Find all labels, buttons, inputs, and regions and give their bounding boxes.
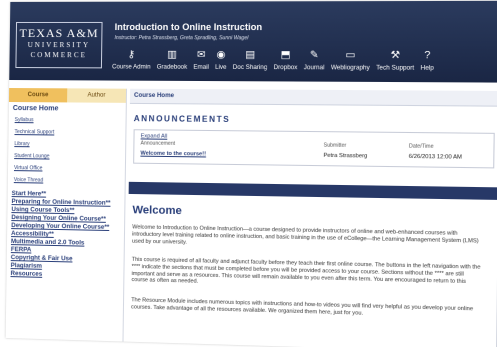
course-title: Introduction to Online Instruction — [114, 21, 263, 33]
announcements-table: Expand All Announcement Submitter Date/T… — [133, 129, 495, 169]
logo-line1: TEXAS A&M — [19, 25, 99, 41]
sidebar-item-course-home[interactable]: Course Home — [9, 102, 126, 115]
sidebar-tabs: Course Author — [8, 87, 127, 103]
toolbar: ⚷ Course Admin ▥ Gradebook ✉ Email ◉ Live ▤ D… — [112, 48, 441, 78]
page: TEXAS A&M UNIVERSITY COMMERCE Introducti… — [0, 0, 497, 347]
table-row[interactable]: Welcome to the course!! — [140, 151, 206, 158]
tool-dropbox[interactable]: ⬒ Dropbox — [273, 49, 297, 78]
wrench-icon: ⚒ — [390, 49, 401, 62]
tool-help[interactable]: ? Help — [420, 49, 434, 78]
doc-sharing-icon: ▤ — [245, 49, 256, 61]
row-submitter: Petra Strassberg — [323, 152, 368, 160]
expand-all-link[interactable]: Expand All — [141, 133, 168, 139]
journal-icon: ✎ — [309, 49, 319, 62]
tool-email[interactable]: ✉ Email — [193, 48, 209, 77]
tab-course[interactable]: Course — [8, 87, 68, 103]
announcements-title: ANNOUNCEMENTS — [133, 114, 231, 125]
breadcrumb: Course Home — [129, 88, 497, 107]
book-icon: ▥ — [167, 49, 178, 61]
tool-tech-support[interactable]: ⚒ Tech Support — [376, 49, 414, 78]
tool-course-admin[interactable]: ⚷ Course Admin — [112, 48, 151, 76]
welcome-paragraph-3: The Resource Module includes numerous to… — [131, 297, 474, 317]
live-icon: ◉ — [216, 49, 226, 61]
tool-live[interactable]: ◉ Live — [215, 48, 227, 77]
tool-label: Doc Sharing — [232, 64, 268, 72]
sidebar-item-voice-thread[interactable]: Voice Thread — [8, 174, 125, 188]
tool-doc-sharing[interactable]: ▤ Doc Sharing — [233, 48, 268, 77]
email-icon: ✉ — [196, 49, 206, 61]
tool-label: Email — [193, 64, 209, 71]
header: TEXAS A&M UNIVERSITY COMMERCE Introducti… — [9, 0, 497, 83]
tool-label: Live — [215, 64, 227, 71]
tool-label: Help — [420, 65, 434, 72]
webliography-icon: ▭ — [345, 49, 356, 62]
tab-author[interactable]: Author — [67, 88, 127, 103]
browser-screen: TEXAS A&M UNIVERSITY COMMERCE Introducti… — [5, 0, 497, 347]
instructors: Instructor: Petra Strassberg, Greta Spra… — [114, 35, 249, 42]
welcome-paragraph-1: Welcome to Introduction to Online Instru… — [131, 224, 479, 246]
row-datetime: 6/26/2013 12:00 AM — [408, 153, 463, 161]
tool-label: Gradebook — [156, 64, 188, 71]
tool-label: Journal — [303, 65, 325, 72]
tool-webliography[interactable]: ▭ Webliography — [331, 49, 370, 78]
logo-line2: UNIVERSITY — [27, 41, 91, 50]
tool-journal[interactable]: ✎ Journal — [304, 49, 325, 78]
welcome-heading: Welcome — [132, 204, 182, 218]
sidebar: Course Author Course Home Syllabus Techn… — [5, 87, 128, 342]
tool-label: Webliography — [330, 65, 370, 72]
tool-label: Tech Support — [376, 65, 415, 72]
university-logo[interactable]: TEXAS A&M UNIVERSITY COMMERCE — [15, 21, 103, 69]
sidebar-item-resources[interactable]: Resources — [6, 270, 123, 281]
tool-label: Dropbox — [273, 64, 298, 72]
tool-gradebook[interactable]: ▥ Gradebook — [157, 48, 188, 77]
main-content: Course Home ANNOUNCEMENTS Expand All Ann… — [127, 88, 497, 347]
col-submitter: Submitter — [323, 142, 347, 149]
welcome-paragraph-2: This course is required of all faculty a… — [131, 256, 481, 286]
divider-bar — [128, 181, 497, 200]
sidebar-item-syllabus[interactable]: Syllabus — [9, 114, 126, 127]
col-datetime[interactable]: Date/Time — [409, 143, 434, 150]
announcement-link[interactable]: Welcome to the course!! — [140, 151, 206, 158]
col-announcement: Announcement — [140, 140, 176, 147]
key-icon: ⚷ — [127, 49, 136, 61]
help-icon: ? — [424, 49, 431, 62]
tool-label: Course Admin — [112, 64, 151, 71]
logo-line3: COMMERCE — [30, 51, 87, 60]
dropbox-icon: ⬒ — [280, 49, 291, 61]
